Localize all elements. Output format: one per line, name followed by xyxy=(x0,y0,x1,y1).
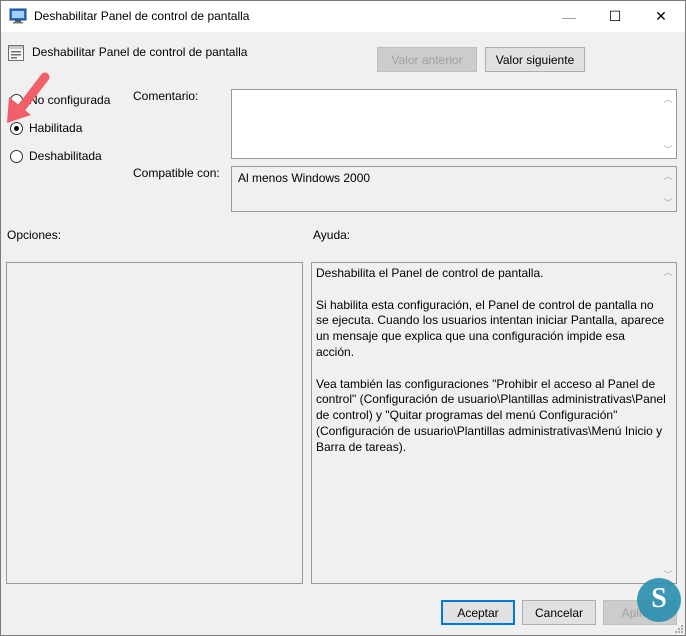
policy-editor-icon xyxy=(9,8,27,24)
radio-disabled[interactable]: Deshabilitada xyxy=(10,149,102,163)
scroll-up-icon[interactable]: ︿ xyxy=(662,265,674,278)
help-text: Deshabilita el Panel de control de panta… xyxy=(316,266,666,454)
arrow-annotation-icon xyxy=(7,72,50,123)
policy-dialog: Deshabilitar Panel de control de pantall… xyxy=(0,0,686,636)
supported-field: Al menos Windows 2000 ︿ ﹀ xyxy=(231,166,677,212)
policy-name: Deshabilitar Panel de control de pantall… xyxy=(32,45,248,59)
radio-circle[interactable] xyxy=(10,149,23,163)
close-button[interactable]: ✕ xyxy=(638,1,684,32)
policy-setting-icon xyxy=(8,45,24,61)
scroll-down-icon[interactable]: ﹀ xyxy=(662,196,674,209)
accept-button[interactable]: Aceptar xyxy=(441,600,515,625)
watermark-logo-icon: S xyxy=(637,578,681,622)
scroll-down-icon[interactable]: ﹀ xyxy=(662,143,674,156)
supported-value: Al menos Windows 2000 xyxy=(238,171,371,185)
previous-setting-button[interactable]: Valor anterior xyxy=(377,47,477,72)
minimize-icon: — xyxy=(562,8,576,25)
comment-input[interactable]: ︿ ﹀ xyxy=(231,89,677,159)
scroll-up-icon[interactable]: ︿ xyxy=(662,92,674,105)
maximize-button[interactable]: ☐ xyxy=(592,1,638,32)
title-bar[interactable]: Deshabilitar Panel de control de pantall… xyxy=(1,1,685,32)
radio-label: Deshabilitada xyxy=(29,149,102,163)
options-panel xyxy=(6,262,303,584)
watermark-letter: S xyxy=(651,583,667,614)
resize-grip-icon[interactable] xyxy=(673,623,683,633)
options-label: Opciones: xyxy=(7,228,62,242)
maximize-icon: ☐ xyxy=(608,8,622,24)
supported-label: Compatible con: xyxy=(133,166,220,180)
minimize-button[interactable]: — xyxy=(546,1,592,32)
window-title: Deshabilitar Panel de control de pantall… xyxy=(34,9,250,23)
scroll-up-icon[interactable]: ︿ xyxy=(662,169,674,182)
help-panel: Deshabilita el Panel de control de panta… xyxy=(311,262,677,584)
close-icon: ✕ xyxy=(655,8,667,24)
help-label: Ayuda: xyxy=(313,228,351,242)
cancel-button[interactable]: Cancelar xyxy=(522,600,596,625)
comment-label: Comentario: xyxy=(133,89,199,103)
next-setting-button[interactable]: Valor siguiente xyxy=(485,47,585,72)
